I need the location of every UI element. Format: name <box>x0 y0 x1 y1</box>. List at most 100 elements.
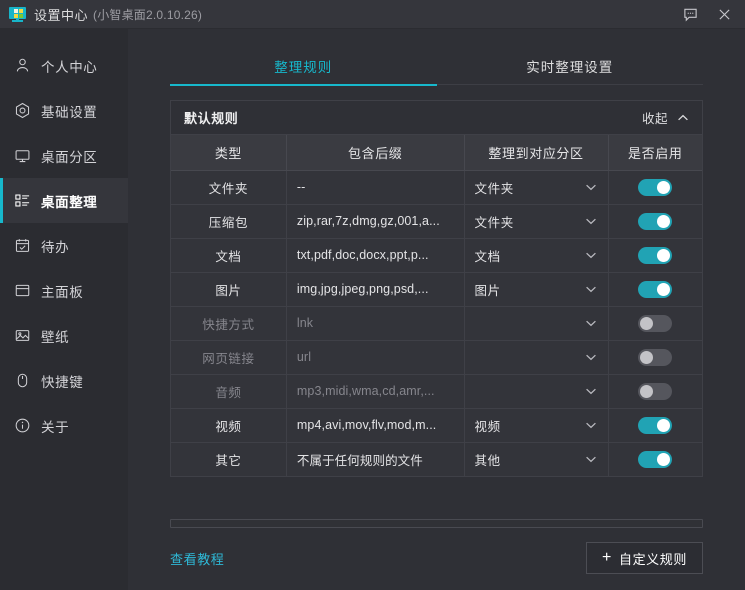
partition-select-value: 其他 <box>475 450 578 469</box>
enable-toggle[interactable] <box>638 213 672 230</box>
collapse-label: 收起 <box>642 108 668 127</box>
sidebar-item-main-panel[interactable]: 主面板 <box>0 268 128 313</box>
cell-partition[interactable]: 文件夹 <box>464 170 608 204</box>
partition-select[interactable]: 视频 <box>475 416 598 435</box>
sidebar-item-wallpaper[interactable]: 壁纸 <box>0 313 128 358</box>
cell-enabled <box>608 204 702 238</box>
window-title: 设置中心 <box>34 5 88 24</box>
enable-toggle[interactable] <box>638 315 672 332</box>
enable-toggle[interactable] <box>638 383 672 400</box>
cell-partition[interactable]: 文档 <box>464 238 608 272</box>
plus-icon: + <box>602 550 612 566</box>
cell-enabled <box>608 408 702 442</box>
sidebar-item-basic-settings[interactable]: 基础设置 <box>0 88 128 133</box>
partition-select[interactable] <box>475 384 598 398</box>
sidebar-item-about[interactable]: 关于 <box>0 403 128 448</box>
cell-partition[interactable] <box>464 374 608 408</box>
feedback-button[interactable] <box>673 0 707 29</box>
partition-select[interactable]: 图片 <box>475 280 598 299</box>
info-circle-icon <box>13 416 32 435</box>
cell-partition[interactable] <box>464 306 608 340</box>
collapse-toggle-button[interactable]: 收起 <box>642 108 690 127</box>
cell-enabled <box>608 374 702 408</box>
cell-enabled <box>608 306 702 340</box>
table-row: 文件夹--文件夹 <box>171 170 702 204</box>
sidebar-item-personal-center[interactable]: 个人中心 <box>0 43 128 88</box>
cell-type: 文件夹 <box>171 170 286 204</box>
tab-label: 整理规则 <box>274 60 332 75</box>
cell-type: 快捷方式 <box>171 306 286 340</box>
view-tutorial-link[interactable]: 查看教程 <box>170 549 224 568</box>
settings-window: 设置中心 (小智桌面2.0.10.26) <box>0 0 745 590</box>
sidebar-item-label: 主面板 <box>41 281 83 301</box>
window-version: (小智桌面2.0.10.26) <box>93 6 202 23</box>
cell-partition[interactable]: 视频 <box>464 408 608 442</box>
close-icon <box>718 8 731 21</box>
content-area: 整理规则 实时整理设置 默认规则 收起 <box>128 29 745 590</box>
enable-toggle[interactable] <box>638 247 672 264</box>
app-logo-icon <box>9 7 26 22</box>
tab-organize-rules[interactable]: 整理规则 <box>170 56 437 85</box>
enable-toggle[interactable] <box>638 349 672 366</box>
cell-enabled <box>608 340 702 374</box>
rules-table-head: 类型 包含后缀 整理到对应分区 是否启用 <box>171 135 702 170</box>
sidebar-item-label: 待办 <box>41 236 69 256</box>
tab-label: 实时整理设置 <box>526 60 613 75</box>
chevron-down-icon <box>578 418 598 432</box>
partition-select[interactable]: 其他 <box>475 450 598 469</box>
cell-type: 其它 <box>171 442 286 476</box>
table-row: 文档txt,pdf,doc,docx,ppt,p...文档 <box>171 238 702 272</box>
tab-realtime-settings[interactable]: 实时整理设置 <box>437 56 704 85</box>
horizontal-scrollbar[interactable] <box>170 519 703 528</box>
chevron-down-icon <box>578 452 598 466</box>
enable-toggle[interactable] <box>638 451 672 468</box>
tab-bar: 整理规则 实时整理设置 <box>128 46 745 85</box>
partition-select[interactable]: 文件夹 <box>475 212 598 231</box>
cell-suffix: lnk <box>286 306 464 340</box>
toggle-knob <box>640 385 653 398</box>
sidebar-item-label: 快捷键 <box>41 371 83 391</box>
chevron-down-icon <box>578 316 598 330</box>
table-row: 快捷方式lnk <box>171 306 702 340</box>
cell-suffix: 不属于任何规则的文件 <box>286 442 464 476</box>
sidebar-item-todo[interactable]: 待办 <box>0 223 128 268</box>
partition-select-value: 文件夹 <box>475 178 578 197</box>
cell-type: 音频 <box>171 374 286 408</box>
window-panel-icon <box>13 281 32 300</box>
chat-bubble-icon <box>683 7 698 22</box>
table-row: 压缩包zip,rar,7z,dmg,gz,001,a...文件夹 <box>171 204 702 238</box>
add-custom-rule-button[interactable]: + 自定义规则 <box>586 542 703 574</box>
cell-type: 图片 <box>171 272 286 306</box>
cell-suffix: -- <box>286 170 464 204</box>
chevron-down-icon <box>578 282 598 296</box>
partition-select[interactable]: 文档 <box>475 246 598 265</box>
partition-select[interactable]: 文件夹 <box>475 178 598 197</box>
partition-select-value: 文档 <box>475 246 578 265</box>
chevron-down-icon <box>578 180 598 194</box>
column-header-type: 类型 <box>171 135 286 170</box>
cell-suffix: txt,pdf,doc,docx,ppt,p... <box>286 238 464 272</box>
enable-toggle[interactable] <box>638 179 672 196</box>
table-row: 其它不属于任何规则的文件其他 <box>171 442 702 476</box>
column-header-suffix: 包含后缀 <box>286 135 464 170</box>
column-header-partition: 整理到对应分区 <box>464 135 608 170</box>
footer-bar: 查看教程 + 自定义规则 <box>128 528 745 590</box>
sidebar-item-hotkeys[interactable]: 快捷键 <box>0 358 128 403</box>
toggle-knob <box>657 283 670 296</box>
cell-partition[interactable] <box>464 340 608 374</box>
partition-select[interactable] <box>475 350 598 364</box>
cell-partition[interactable]: 图片 <box>464 272 608 306</box>
enable-toggle[interactable] <box>638 281 672 298</box>
cell-enabled <box>608 442 702 476</box>
cell-partition[interactable]: 文件夹 <box>464 204 608 238</box>
partition-select[interactable] <box>475 316 598 330</box>
add-custom-rule-label: 自定义规则 <box>619 549 687 568</box>
sidebar-item-desktop-organize[interactable]: 桌面整理 <box>0 178 128 223</box>
rules-table-body: 文件夹--文件夹压缩包zip,rar,7z,dmg,gz,001,a...文件夹… <box>171 170 702 476</box>
table-row: 视频mp4,avi,mov,flv,mod,m...视频 <box>171 408 702 442</box>
enable-toggle[interactable] <box>638 417 672 434</box>
close-button[interactable] <box>707 0 741 29</box>
sidebar-item-desktop-partition[interactable]: 桌面分区 <box>0 133 128 178</box>
sidebar-item-label: 桌面整理 <box>41 191 97 211</box>
cell-partition[interactable]: 其他 <box>464 442 608 476</box>
